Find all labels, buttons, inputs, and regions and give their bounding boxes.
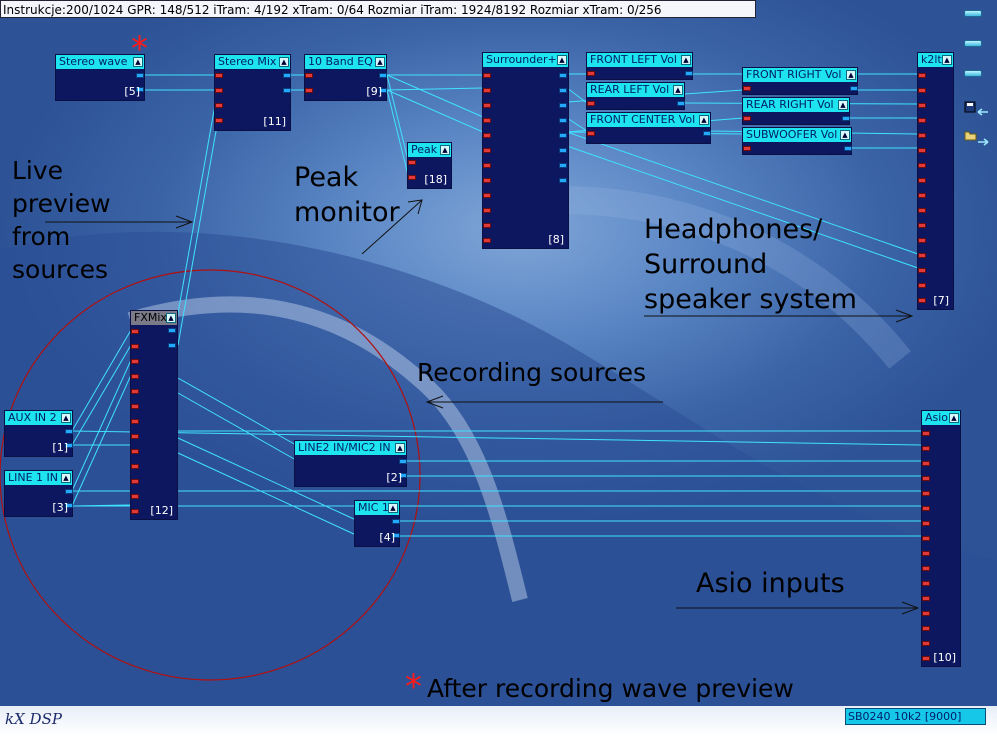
open-folder-icon[interactable] [964, 128, 990, 148]
device-status-box: SB0240 10k2 [9000] [845, 708, 986, 725]
app-logo: kX DSP [5, 710, 62, 728]
side-toolbar-button[interactable] [964, 70, 982, 77]
save-icon[interactable] [964, 100, 990, 120]
side-toolbar-button[interactable] [964, 10, 982, 17]
side-toolbar-button[interactable] [964, 40, 982, 47]
annotation-arrows [45, 199, 920, 615]
